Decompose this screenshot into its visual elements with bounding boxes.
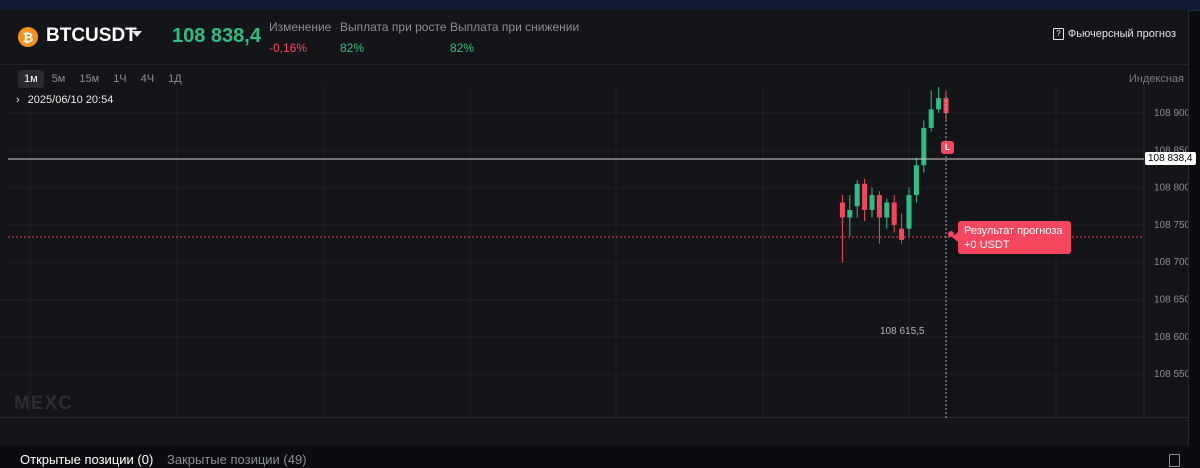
payout-down-stat: Выплата при снижении 82% [450,20,579,55]
y-tick-label: 108 550 [1154,369,1188,380]
bitcoin-icon: ₿ [18,27,38,47]
candle-body [921,127,927,166]
current-price-tag: 108 838,4 [1145,152,1196,165]
y-tick-label: 108 600 [1154,332,1188,343]
header-divider [0,64,1188,65]
tab-open-positions[interactable]: Открытые позиции (0) [20,452,153,467]
tooltip-value: +0 USDT [964,239,1010,251]
y-tick-label: 108 650 [1154,295,1188,306]
positions-tabs: Открытые позиции (0) Закрытые позиции (4… [0,446,1200,468]
payout-down-value: 82% [450,41,475,55]
payout-up-label: Выплата при росте [340,20,447,34]
forecast-result-tooltip: Результат прогноза +0 USDT [958,221,1071,254]
y-tick-label: 108 750 [1154,220,1188,231]
change-value: -0,16% [269,41,308,55]
date-label: 2025/06/10 20:54 [27,94,114,106]
last-price: 108 838,4 [172,25,261,47]
chevron-down-icon[interactable] [132,31,142,37]
mexc-watermark: MEXC [14,393,73,414]
chevron-right-icon: › [16,94,20,106]
tab-closed-positions[interactable]: Закрытые позиции (49) [167,452,307,467]
position-marker[interactable]: L [941,141,954,154]
ticker-header: ₿ BTCUSDT 108 838,4 Изменение -0,16% Вып… [0,10,1188,64]
candle-body [906,195,912,229]
help-icon: ? [1052,28,1064,40]
date-indicator[interactable]: › 2025/06/10 20:54 [12,92,118,108]
futures-forecast-link[interactable]: ? Фьючерсный прогноз [1052,28,1176,40]
left-edge [0,86,8,276]
candle-body [862,183,868,210]
candle-body [928,109,934,128]
change-stat: Изменение -0,16% [269,20,331,55]
candle-body [854,183,860,207]
payout-down-label: Выплата при снижении [450,20,580,34]
y-tick-label: 108 800 [1154,183,1188,194]
candle-body [847,209,853,218]
payout-up-value: 82% [340,41,365,55]
y-tick-label: 108 700 [1154,257,1188,268]
candle-body [869,195,875,210]
symbol-selector[interactable]: BTCUSDT [46,25,137,47]
low-price-label: 108 615,5 [880,326,925,337]
candle-body [876,195,882,218]
y-tick-label: 108 900 [1154,108,1188,119]
tooltip-title: Результат прогноза [964,225,1063,237]
change-label: Изменение [269,20,332,34]
document-icon[interactable] [1169,454,1180,467]
futures-forecast-label: Фьючерсный прогноз [1067,28,1176,40]
candle-body [899,228,905,240]
candle-body [884,202,890,218]
candle-body [839,202,845,218]
candle-body [891,202,897,225]
index-price-toggle[interactable]: Индексная [1129,73,1184,85]
candle-body [913,165,919,196]
payout-up-stat: Выплата при росте 82% [340,20,447,55]
candle-body [936,98,942,110]
